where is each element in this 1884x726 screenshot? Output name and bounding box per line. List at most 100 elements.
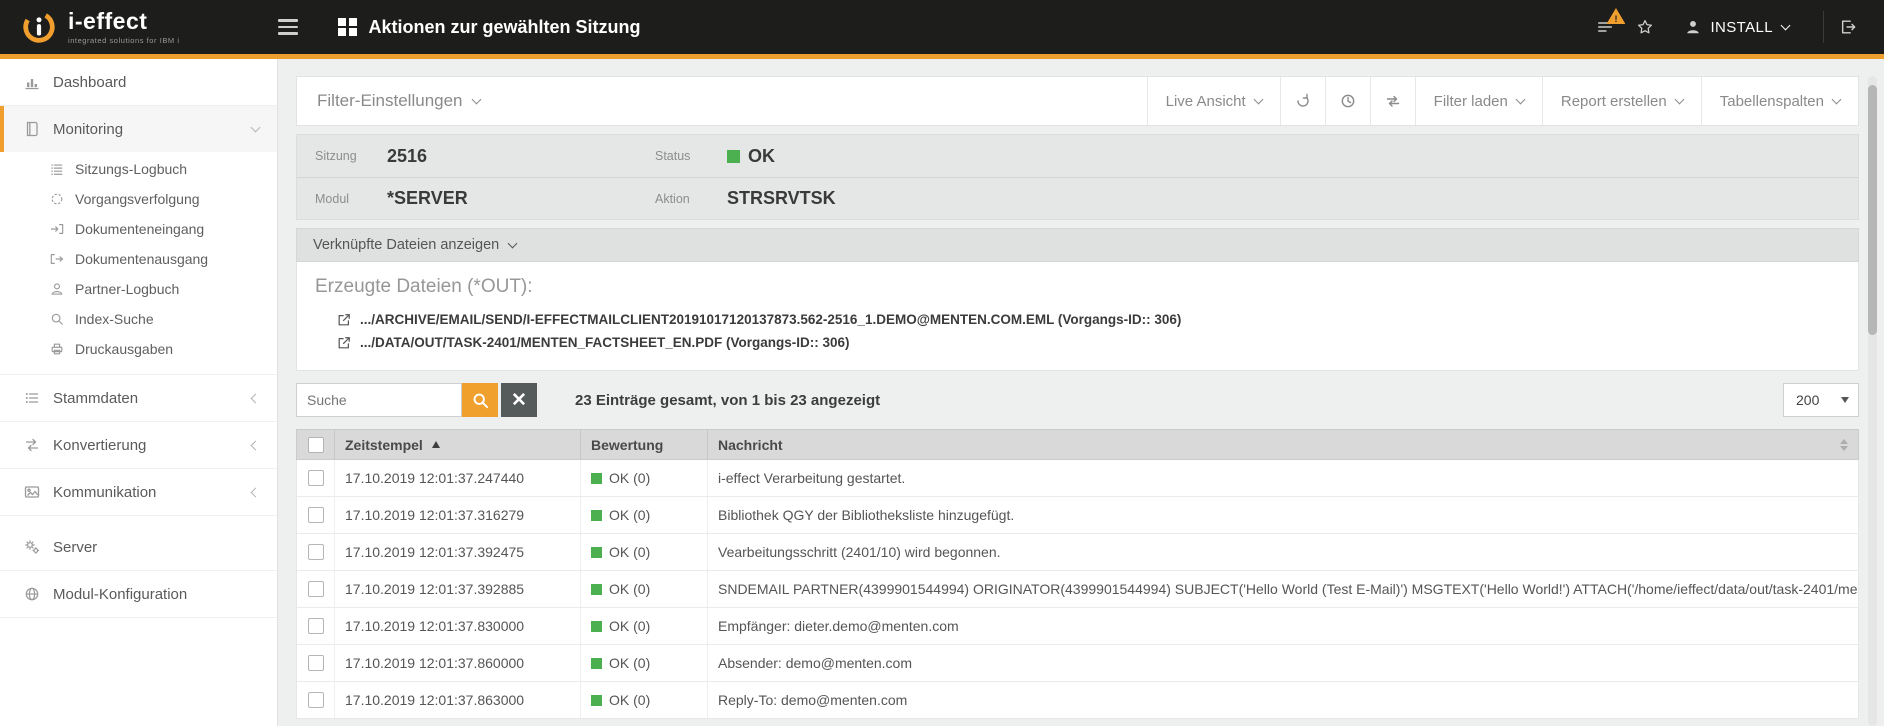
auto-reload-button[interactable] — [1370, 77, 1415, 125]
sidebar-item-modul-konfiguration[interactable]: Modul-Konfiguration — [0, 571, 277, 617]
table-row[interactable]: 17.10.2019 12:01:37.830000 OK (0) Empfän… — [297, 608, 1858, 645]
module-value: *SERVER — [387, 188, 468, 209]
master-data-list-icon — [24, 390, 40, 406]
cell-rating: OK (0) — [581, 682, 708, 718]
sort-ascending-icon — [432, 441, 440, 448]
search-icon — [472, 392, 489, 409]
sidebar-item-sitzungs-logbuch[interactable]: Sitzungs-Logbuch — [0, 154, 277, 184]
table-columns-button[interactable]: Tabellenspalten — [1701, 77, 1858, 125]
scrollbar-thumb[interactable] — [1868, 85, 1877, 335]
sidebar-item-label: Monitoring — [53, 121, 123, 138]
ok-square-icon — [591, 621, 602, 632]
sidebar-item-konvertierung[interactable]: Konvertierung — [0, 422, 277, 468]
sidebar-item-label: Sitzungs-Logbuch — [75, 161, 187, 177]
sidebar-item-partner-logbuch[interactable]: Partner-Logbuch — [0, 274, 277, 304]
column-header-nachricht[interactable]: Nachricht — [708, 430, 1858, 459]
user-menu-label: INSTALL — [1710, 19, 1773, 36]
chevron-down-icon — [1674, 94, 1684, 104]
monitoring-submenu: Sitzungs-Logbuch Vorgangsverfolgung Doku… — [0, 152, 277, 374]
chevron-down-icon — [1515, 94, 1525, 104]
cell-timestamp: 17.10.2019 12:01:37.247440 — [335, 460, 581, 496]
sidebar-item-dashboard[interactable]: Dashboard — [0, 59, 277, 105]
cell-timestamp: 17.10.2019 12:01:37.392475 — [335, 534, 581, 570]
filter-settings-toggle[interactable]: Filter-Einstellungen — [297, 77, 480, 125]
favorites-button[interactable] — [1629, 11, 1661, 43]
notifications-button[interactable]: ! — [1589, 11, 1621, 43]
session-label: Sitzung — [315, 149, 387, 163]
action-value: STRSRVTSK — [727, 188, 836, 209]
sidebar-item-stammdaten[interactable]: Stammdaten — [0, 375, 277, 421]
table-row[interactable]: 17.10.2019 12:01:37.247440 OK (0) i-effe… — [297, 460, 1858, 497]
sidebar-item-server[interactable]: Server — [0, 524, 277, 570]
close-icon: ✕ — [511, 390, 527, 411]
column-header-zeitstempel[interactable]: Zeitstempel — [335, 430, 581, 459]
sidebar-item-index-suche[interactable]: Index-Suche — [0, 304, 277, 334]
history-clock-button[interactable] — [1325, 77, 1370, 125]
clear-search-button[interactable]: ✕ — [501, 383, 537, 417]
table-columns-label: Tabellenspalten — [1720, 93, 1824, 110]
sidebar-item-vorgangsverfolgung[interactable]: Vorgangsverfolgung — [0, 184, 277, 214]
row-checkbox[interactable] — [308, 618, 324, 634]
column-header-bewertung[interactable]: Bewertung — [581, 430, 708, 459]
table-row[interactable]: 17.10.2019 12:01:37.392475 OK (0) Vearbe… — [297, 534, 1858, 571]
user-icon — [1685, 19, 1701, 35]
chevron-left-icon — [251, 440, 261, 450]
table-row[interactable]: 17.10.2019 12:01:37.392885 OK (0) SNDEMA… — [297, 571, 1858, 608]
sidebar-item-label: Kommunikation — [53, 484, 156, 501]
sidebar-item-label: Index-Suche — [75, 311, 154, 327]
table-row[interactable]: 17.10.2019 12:01:37.863000 OK (0) Reply-… — [297, 682, 1858, 718]
load-filter-button[interactable]: Filter laden — [1415, 77, 1542, 125]
select-all-checkbox[interactable] — [308, 437, 324, 453]
partner-person-icon — [50, 282, 64, 296]
menu-toggle-button[interactable] — [272, 13, 304, 41]
chevron-down-icon — [508, 238, 518, 248]
refresh-button[interactable] — [1280, 77, 1325, 125]
session-info-panel: Sitzung 2516 Status OK Modul *SERVER Akt… — [296, 134, 1859, 220]
printer-icon — [50, 342, 64, 356]
sidebar-item-dokumenteneingang[interactable]: Dokumenteneingang — [0, 214, 277, 244]
chevron-down-icon — [251, 122, 261, 132]
sidebar-item-label: Partner-Logbuch — [75, 281, 179, 297]
table-body: 17.10.2019 12:01:37.247440 OK (0) i-effe… — [296, 460, 1859, 719]
row-checkbox[interactable] — [308, 470, 324, 486]
cell-timestamp: 17.10.2019 12:01:37.860000 — [335, 645, 581, 681]
row-checkbox[interactable] — [308, 581, 324, 597]
sidebar-item-label: Stammdaten — [53, 390, 138, 407]
search-input[interactable] — [296, 383, 462, 417]
logout-button[interactable] — [1823, 11, 1864, 43]
table-row[interactable]: 17.10.2019 12:01:37.860000 OK (0) Absend… — [297, 645, 1858, 682]
row-checkbox[interactable] — [308, 544, 324, 560]
file-path: .../ARCHIVE/EMAIL/SEND/I-EFFECTMAILCLIEN… — [360, 312, 1181, 327]
conversion-arrows-icon — [24, 437, 40, 453]
main-content: Filter-Einstellungen Live Ansicht — [278, 59, 1884, 726]
file-link[interactable]: .../ARCHIVE/EMAIL/SEND/I-EFFECTMAILCLIEN… — [315, 308, 1840, 331]
ok-square-icon — [591, 510, 602, 521]
column-label: Zeitstempel — [345, 437, 423, 453]
sidebar-item-druckausgaben[interactable]: Druckausgaben — [0, 334, 277, 364]
table-row[interactable]: 17.10.2019 12:01:37.316279 OK (0) Biblio… — [297, 497, 1858, 534]
page-size-select[interactable]: 200 — [1783, 383, 1859, 417]
linked-files-toggle[interactable]: Verknüpfte Dateien anzeigen — [296, 228, 1859, 262]
user-menu[interactable]: INSTALL — [1675, 11, 1799, 44]
ieffect-logo[interactable]: i-effect integrated solutions for IBM i — [20, 8, 258, 46]
logout-icon — [1840, 19, 1856, 35]
page-title: Aktionen zur gewählten Sitzung — [369, 17, 641, 38]
row-checkbox[interactable] — [308, 655, 324, 671]
cell-rating: OK (0) — [581, 645, 708, 681]
vertical-scrollbar[interactable] — [1868, 76, 1877, 726]
ok-square-icon — [591, 547, 602, 558]
search-button[interactable] — [462, 383, 498, 417]
live-view-button[interactable]: Live Ansicht — [1147, 77, 1280, 125]
cell-timestamp: 17.10.2019 12:01:37.392885 — [335, 571, 581, 607]
document-outbound-icon — [50, 252, 64, 266]
cell-timestamp: 17.10.2019 12:01:37.316279 — [335, 497, 581, 533]
file-link[interactable]: .../DATA/OUT/TASK-2401/MENTEN_FACTSHEET_… — [315, 331, 1840, 354]
row-checkbox[interactable] — [308, 692, 324, 708]
sidebar-item-monitoring[interactable]: Monitoring — [0, 106, 277, 152]
cell-rating: OK (0) — [581, 497, 708, 533]
action-label: Aktion — [655, 192, 727, 206]
row-checkbox[interactable] — [308, 507, 324, 523]
sidebar-item-kommunikation[interactable]: Kommunikation — [0, 469, 277, 515]
create-report-button[interactable]: Report erstellen — [1542, 77, 1701, 125]
sidebar-item-dokumentenausgang[interactable]: Dokumentenausgang — [0, 244, 277, 274]
